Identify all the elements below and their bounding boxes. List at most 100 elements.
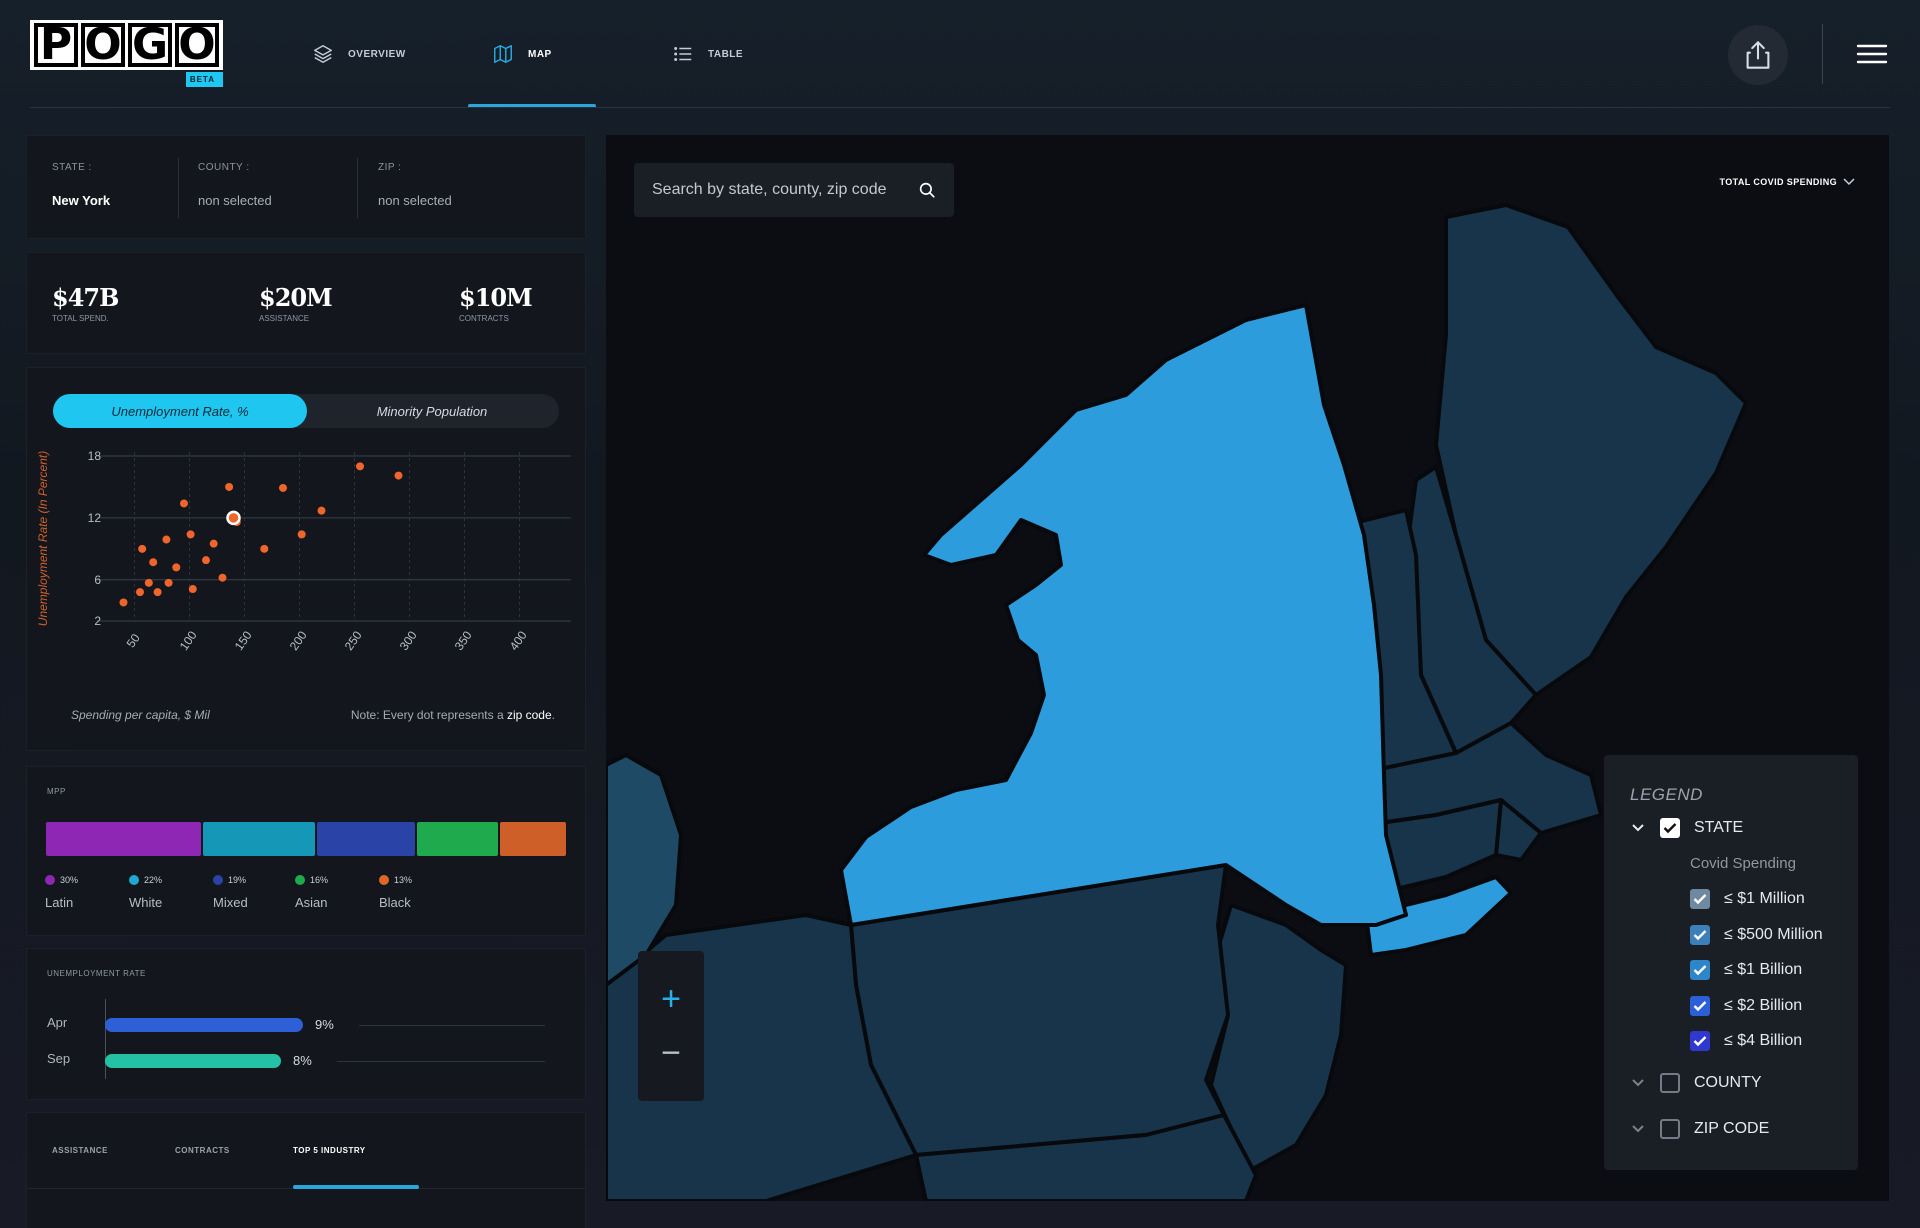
mpp-segment[interactable] [500,822,566,856]
legend-item[interactable]: ≤ $2 Billion [1690,996,1802,1016]
state-new-york[interactable] [839,303,1408,927]
data-point [162,535,171,544]
app-header: P O G O BETA OVERVIEW MAP TABLE [0,0,1920,110]
tab-top-5-industry[interactable]: TOP 5 INDUSTRY [293,1146,366,1155]
stat-total-spend: $47B TOTAL SPEND. [52,283,119,323]
data-point [297,530,306,539]
county-selector[interactable]: COUNTY : non selected [198,162,272,208]
highlighted-data-point [226,510,241,526]
list-icon [674,47,692,61]
state-checkbox[interactable] [1660,818,1680,838]
layers-icon [314,45,332,63]
legend-item-checkbox[interactable] [1690,996,1710,1016]
legend-item[interactable]: ≤ $1 Million [1690,889,1805,909]
zip-selector[interactable]: ZIP : non selected [378,162,452,208]
stat-value: $10M [459,283,533,312]
check-icon [1663,823,1677,834]
stat-value: $47B [52,283,119,312]
mpp-segment[interactable] [202,822,316,856]
legend-item-checkbox[interactable] [1690,1031,1710,1051]
stat-label: CONTRACTS [459,314,509,323]
zip-label: ZIP : [378,162,402,173]
mpp-name: Black [379,895,411,910]
unemployment-row-label: Sep [47,1051,71,1066]
unemployment-bar [105,1018,303,1032]
legend-item[interactable]: ≤ $1 Billion [1690,960,1802,980]
chevron-down-icon[interactable] [1630,1078,1646,1088]
mpp-name: Mixed [213,895,248,910]
legend-item-checkbox[interactable] [1690,960,1710,980]
toggle-unemployment-rate[interactable]: Unemployment Rate, % [53,394,307,428]
data-point [138,544,147,553]
pogo-logo[interactable]: P O G O BETA [30,20,223,88]
unemployment-track [359,1025,545,1026]
mpp-legend: 30% Latin 22% White 19% Mixed 16% Asian … [45,875,465,925]
zoom-out-button[interactable]: − [638,1025,704,1081]
nav-overview[interactable]: OVERVIEW [300,30,480,78]
data-point [149,558,158,567]
mpp-legend-item: 22% White [129,875,162,910]
nav-overview-label: OVERVIEW [348,48,406,60]
spending-stats-panel: $47B TOTAL SPEND. $20M ASSISTANCE $10M C… [26,252,586,354]
data-point [218,573,227,582]
nav-map[interactable]: MAP [480,30,660,78]
main-nav: OVERVIEW MAP TABLE [300,30,840,78]
legend-county-row[interactable]: COUNTY [1630,1073,1762,1093]
map-search-box[interactable] [634,163,954,217]
zip-checkbox[interactable] [1660,1119,1680,1139]
location-panel: STATE : New York COUNTY : non selected Z… [26,135,586,239]
chevron-down-icon[interactable] [1630,823,1646,833]
county-value: non selected [198,193,272,208]
tab-assistance[interactable]: ASSISTANCE [52,1146,108,1155]
state-selector[interactable]: STATE : New York [52,162,110,208]
unemployment-rate-panel: UNEMPLOYMENT RATE Apr 9% Sep 8% [26,948,586,1100]
nav-map-label: MAP [528,48,552,60]
logo-letter: P [34,23,78,67]
mpp-dot [45,875,55,885]
share-icon [1746,41,1770,69]
mpp-pct: 16% [310,875,329,885]
y-tick-label: 2 [94,614,101,628]
mpp-segment[interactable] [46,822,201,856]
toggle-minority-population[interactable]: Minority Population [305,394,559,428]
data-point [136,588,144,597]
check-icon [1693,930,1707,941]
share-button[interactable] [1728,25,1788,85]
data-point [164,578,173,587]
tab-contracts[interactable]: CONTRACTS [175,1146,230,1155]
legend-item-label: ≤ $1 Million [1724,890,1805,907]
legend-zip-row[interactable]: ZIP CODE [1630,1119,1769,1139]
mpp-segment[interactable] [416,822,499,856]
county-checkbox[interactable] [1660,1073,1680,1093]
search-icon[interactable] [918,181,936,199]
zip-value: non selected [378,193,452,208]
chart-note-emphasis: zip code [506,708,552,722]
zoom-in-button[interactable]: + [638,971,704,1027]
unemployment-track [337,1061,545,1062]
chevron-down-icon[interactable] [1630,1124,1646,1134]
nav-table[interactable]: TABLE [660,30,840,78]
legend-title: LEGEND [1630,785,1703,804]
legend-item[interactable]: ≤ $500 Million [1690,925,1823,945]
legend-item-checkbox[interactable] [1690,889,1710,909]
data-point [279,483,287,492]
state-label: STATE : [52,162,92,173]
menu-button[interactable] [1856,40,1888,68]
y-axis-label: Unemployment Rate (In Percent) [36,451,50,626]
legend-item[interactable]: ≤ $4 Billion [1690,1031,1802,1051]
legend-state-label: STATE [1694,819,1744,836]
metric-dropdown[interactable]: TOTAL COVID SPENDING [1719,177,1855,187]
map-search-input[interactable] [652,181,912,199]
stat-contracts: $10M CONTRACTS [459,283,533,323]
mpp-segment[interactable] [317,822,415,856]
mpp-legend-item: 16% Asian [295,875,328,910]
legend-state-row[interactable]: STATE [1630,818,1743,838]
logo-letter: O [81,23,125,67]
data-point [356,462,364,471]
x-axis-label: Spending per capita, $ Mil [71,708,210,722]
mpp-pct: 19% [228,875,247,885]
data-point [180,499,188,508]
y-tick-label: 6 [94,573,101,587]
data-point [260,544,269,553]
legend-item-checkbox[interactable] [1690,925,1710,945]
